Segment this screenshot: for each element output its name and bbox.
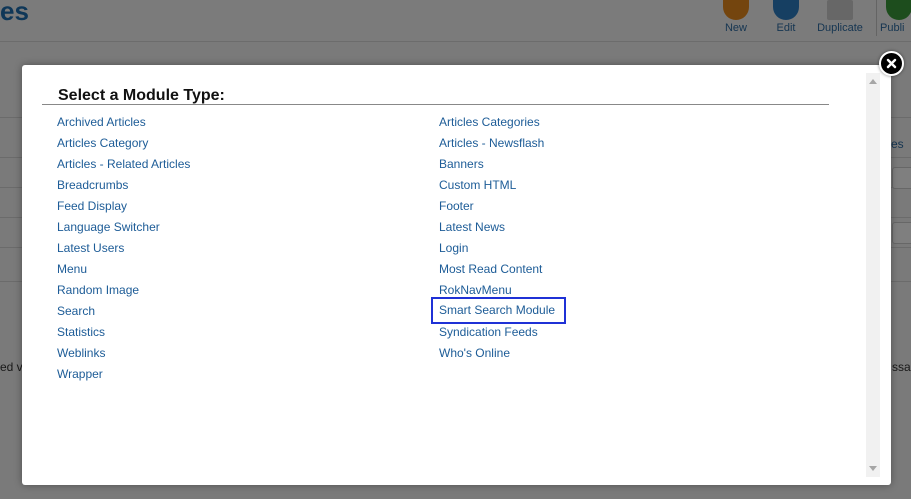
module-type-modal: Select a Module Type: Archived Articles … <box>22 65 891 485</box>
module-link-random-image[interactable]: Random Image <box>57 283 139 298</box>
module-link-syndication-feeds[interactable]: Syndication Feeds <box>439 325 538 340</box>
module-link-search[interactable]: Search <box>57 304 95 319</box>
module-link-custom-html[interactable]: Custom HTML <box>439 178 516 193</box>
list-item: Articles Categories <box>439 114 564 135</box>
list-item: Articles - Related Articles <box>57 156 190 177</box>
modal-scrollbar[interactable] <box>866 73 880 477</box>
module-link-most-read-content[interactable]: Most Read Content <box>439 262 542 277</box>
list-item: Search <box>57 303 190 324</box>
module-link-wrapper[interactable]: Wrapper <box>57 367 103 382</box>
module-link-breadcrumbs[interactable]: Breadcrumbs <box>57 178 128 193</box>
list-item: Weblinks <box>57 345 190 366</box>
list-item: Language Switcher <box>57 219 190 240</box>
module-link-whos-online[interactable]: Who's Online <box>439 346 510 361</box>
list-item: Syndication Feeds <box>439 324 564 345</box>
list-item: Statistics <box>57 324 190 345</box>
list-item: Feed Display <box>57 198 190 219</box>
list-item: Who's Online <box>439 345 564 366</box>
list-item: Articles - Newsflash <box>439 135 564 156</box>
close-icon <box>886 58 897 69</box>
scroll-up-icon[interactable] <box>869 79 877 84</box>
list-item: Menu <box>57 261 190 282</box>
list-item: Random Image <box>57 282 190 303</box>
modal-content: Select a Module Type: Archived Articles … <box>42 86 829 381</box>
module-link-archived-articles[interactable]: Archived Articles <box>57 115 146 130</box>
module-link-articles-category[interactable]: Articles Category <box>57 136 148 151</box>
list-item: Banners <box>439 156 564 177</box>
list-item: Articles Category <box>57 135 190 156</box>
list-item: Smart Search Module <box>430 297 567 324</box>
modal-title: Select a Module Type: <box>42 86 829 105</box>
module-link-language-switcher[interactable]: Language Switcher <box>57 220 160 235</box>
module-link-smart-search-module[interactable]: Smart Search Module <box>430 297 567 324</box>
module-link-articles-categories[interactable]: Articles Categories <box>439 115 540 130</box>
close-button[interactable] <box>879 51 904 76</box>
module-list-left: Archived Articles Articles Category Arti… <box>57 114 190 387</box>
scroll-down-icon[interactable] <box>869 466 877 471</box>
module-link-login[interactable]: Login <box>439 241 468 256</box>
module-link-articles-related-articles[interactable]: Articles - Related Articles <box>57 157 190 172</box>
module-link-footer[interactable]: Footer <box>439 199 474 214</box>
list-item: Breadcrumbs <box>57 177 190 198</box>
list-item: Most Read Content <box>439 261 564 282</box>
list-item: Footer <box>439 198 564 219</box>
list-item: Wrapper <box>57 366 190 387</box>
module-link-statistics[interactable]: Statistics <box>57 325 105 340</box>
list-item: Archived Articles <box>57 114 190 135</box>
list-item: Login <box>439 240 564 261</box>
module-link-latest-users[interactable]: Latest Users <box>57 241 124 256</box>
module-link-weblinks[interactable]: Weblinks <box>57 346 105 361</box>
module-link-articles-newsflash[interactable]: Articles - Newsflash <box>439 136 544 151</box>
module-list-right: Articles Categories Articles - Newsflash… <box>430 114 567 366</box>
module-link-banners[interactable]: Banners <box>439 157 484 172</box>
list-item: Custom HTML <box>439 177 564 198</box>
module-link-menu[interactable]: Menu <box>57 262 87 277</box>
module-link-feed-display[interactable]: Feed Display <box>57 199 127 214</box>
module-link-latest-news[interactable]: Latest News <box>439 220 505 235</box>
list-item: Latest Users <box>57 240 190 261</box>
list-item: Latest News <box>439 219 564 240</box>
module-link-roknavmenu[interactable]: RokNavMenu <box>439 283 512 298</box>
